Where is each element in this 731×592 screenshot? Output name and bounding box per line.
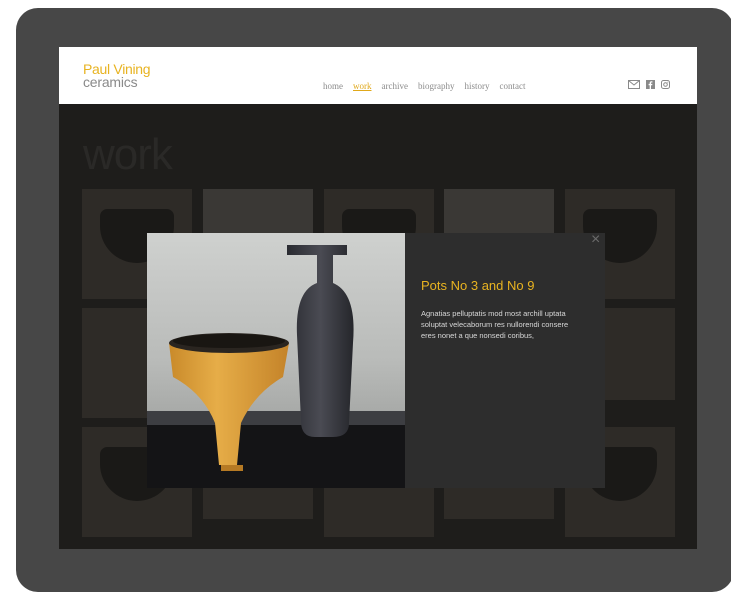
mail-icon[interactable] — [628, 80, 640, 89]
site-header: Paul Vining ceramics home work archive biog… — [59, 47, 697, 104]
instagram-icon[interactable] — [661, 80, 670, 89]
nav-work[interactable]: work — [353, 81, 372, 91]
nav-home[interactable]: home — [323, 81, 343, 91]
lightbox-modal: Pots No 3 and No 9 Agnatias pelluptatis … — [147, 232, 605, 488]
lightbox-info-panel: Pots No 3 and No 9 Agnatias pelluptatis … — [405, 233, 605, 488]
nav-contact[interactable]: contact — [500, 81, 526, 91]
close-icon[interactable]: × — [591, 232, 600, 248]
page-title: work — [83, 130, 173, 179]
nav-archive[interactable]: archive — [382, 81, 408, 91]
main-nav: home work archive biography history contact — [323, 81, 536, 91]
artwork-title: Pots No 3 and No 9 — [421, 278, 535, 293]
browser-viewport: Paul Vining ceramics home work archive biog… — [59, 47, 697, 549]
facebook-icon[interactable] — [646, 80, 655, 89]
social-links — [628, 80, 670, 89]
nav-history[interactable]: history — [464, 81, 489, 91]
site-logo[interactable]: Paul Vining ceramics — [83, 62, 151, 90]
pots-photo — [147, 233, 405, 488]
nav-biography[interactable]: biography — [418, 81, 455, 91]
logo-subtitle: ceramics — [83, 74, 138, 90]
artwork-description: Agnatias pelluptatis mod most archill up… — [421, 309, 569, 340]
